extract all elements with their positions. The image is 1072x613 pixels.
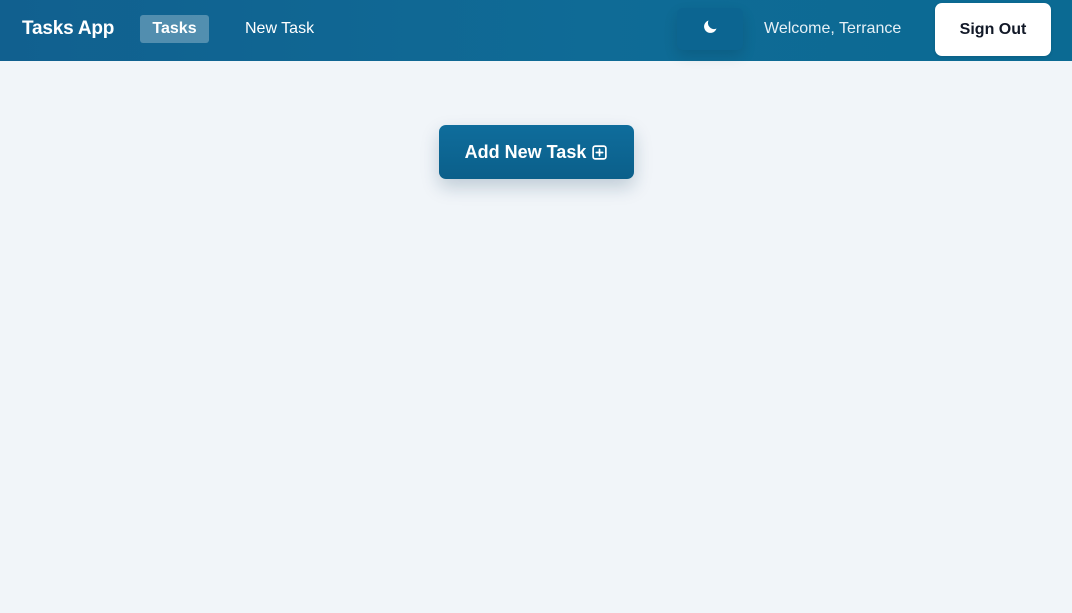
nav-link-new-task[interactable]: New Task — [245, 15, 314, 43]
app-brand[interactable]: Tasks App — [22, 17, 114, 41]
add-new-task-button[interactable]: Add New Task — [439, 125, 634, 179]
theme-toggle-button[interactable] — [677, 8, 743, 50]
plus-square-icon — [591, 144, 608, 161]
sign-out-button[interactable]: Sign Out — [935, 3, 1051, 56]
moon-icon — [702, 18, 719, 40]
add-new-task-label: Add New Task — [464, 141, 587, 162]
welcome-text: Welcome, Terrance — [764, 20, 902, 37]
top-navbar: Tasks App Tasks New Task Welcome, Terran… — [0, 0, 1072, 61]
nav-tab-tasks[interactable]: Tasks — [140, 15, 209, 43]
